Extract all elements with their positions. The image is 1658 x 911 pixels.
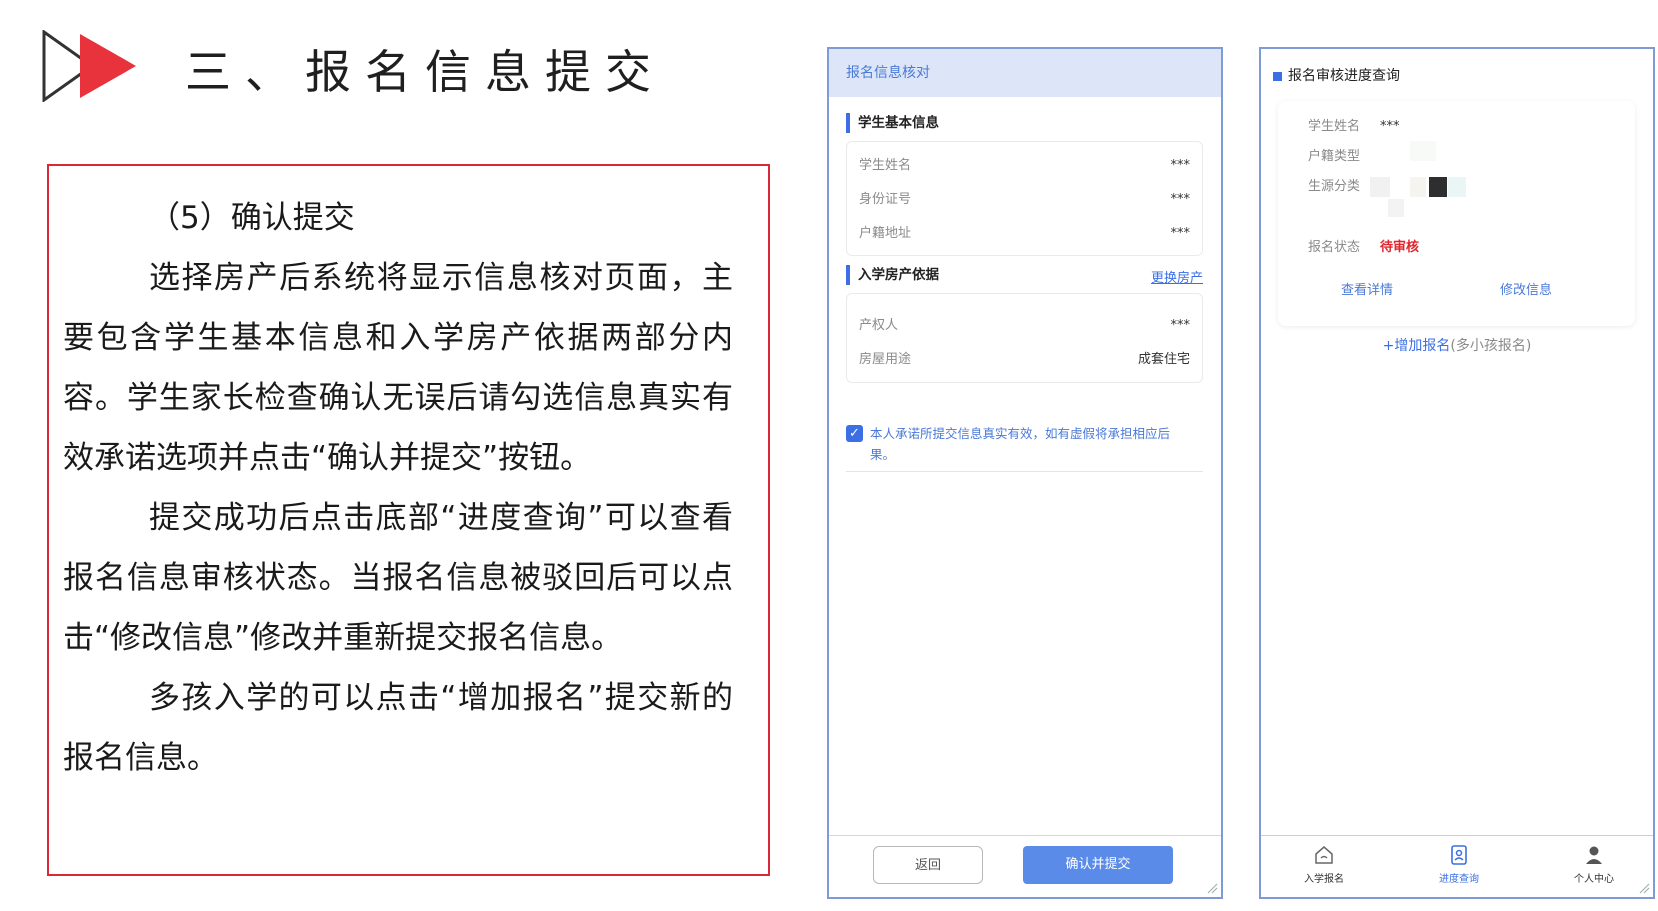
field-row: 户籍类型 (1308, 147, 1380, 167)
user-icon (1586, 846, 1602, 864)
add-registration-note: (多小孩报名) (1450, 338, 1532, 354)
field-value: *** (1380, 119, 1400, 134)
info-row: 户籍地址 *** (859, 224, 1190, 244)
progress-header: 报名审核进度查询 (1273, 65, 1400, 85)
verify-header: 报名信息核对 (829, 49, 1221, 97)
nav-item-profile[interactable]: 个人中心 (1549, 844, 1639, 885)
nav-item-enroll[interactable]: 入学报名 (1279, 844, 1369, 885)
row-label: 身份证号 (859, 192, 912, 207)
instruction-paragraph: 提交成功后点击底部“进度查询”可以查看报名信息审核状态。当报名信息被驳回后可以点… (63, 500, 733, 656)
nav-label: 个人中心 (1574, 874, 1614, 885)
redaction-block (1448, 177, 1466, 197)
divider (846, 471, 1203, 472)
field-label: 学生姓名 (1308, 119, 1361, 134)
status-value: 待审核 (1380, 240, 1420, 255)
header-square-icon (1273, 71, 1282, 81)
resize-grip-icon (1639, 883, 1650, 894)
row-value: *** (1170, 318, 1191, 333)
field-label: 报名状态 (1308, 240, 1361, 255)
pledge-text: 本人承诺所提交信息真实有效，如有虚假将承担相应后果。 (870, 426, 1171, 462)
bottom-nav: 入学报名 进度查询 个人中心 (1261, 835, 1653, 897)
redaction-block (1410, 141, 1436, 161)
title-arrow-icon (42, 30, 136, 102)
progress-header-text: 报名审核进度查询 (1288, 68, 1400, 84)
row-value: *** (1170, 158, 1191, 173)
confirm-submit-button[interactable]: 确认并提交 (1023, 846, 1173, 884)
info-row: 房屋用途 成套住宅 (859, 350, 1190, 370)
home-icon (1315, 846, 1333, 864)
info-row: 学生姓名 *** (859, 156, 1190, 176)
field-label: 户籍类型 (1308, 149, 1361, 164)
instruction-paragraph: 选择房产后系统将显示信息核对页面，主要包含学生基本信息和入学房产依据两部分内容。… (63, 260, 733, 476)
property-info-card: 产权人 *** 房屋用途 成套住宅 (846, 293, 1203, 383)
slide-title: 三、报名信息提交 (185, 45, 665, 99)
view-details-link[interactable]: 查看详情 (1341, 279, 1393, 298)
add-registration-link[interactable]: +增加报名(多小孩报名) (1261, 335, 1653, 355)
progress-screen: 报名审核进度查询 学生姓名 *** 户籍类型 生源分类 报名状态 待审核 查看详情 (1259, 47, 1655, 899)
field-row: 报名状态 待审核 (1308, 238, 1419, 258)
redaction-block (1370, 177, 1390, 197)
info-row: 产权人 *** (859, 316, 1190, 336)
progress-doc-icon (1451, 845, 1467, 865)
instruction-paragraph: 多孩入学的可以点击“增加报名”提交新的报名信息。 (63, 680, 733, 776)
redaction-block (1410, 177, 1426, 197)
field-row: 学生姓名 *** (1308, 117, 1400, 137)
nav-item-progress[interactable]: 进度查询 (1414, 844, 1504, 885)
row-value: *** (1170, 226, 1191, 241)
row-label: 户籍地址 (859, 226, 912, 241)
change-property-link[interactable]: 更换房产 (1151, 267, 1203, 286)
verify-screen: 报名信息核对 学生基本信息 学生姓名 *** 身份证号 *** 户籍地址 ***… (827, 47, 1223, 899)
nav-label: 入学报名 (1304, 874, 1344, 885)
instruction-box: （5）确认提交 选择房产后系统将显示信息核对页面，主要包含学生基本信息和入学房产… (47, 164, 770, 876)
redaction-block (1429, 177, 1447, 197)
row-label: 产权人 (859, 318, 899, 333)
add-registration-label: +增加报名 (1382, 338, 1451, 354)
row-value: *** (1170, 192, 1191, 207)
back-button[interactable]: 返回 (873, 846, 983, 884)
info-row: 身份证号 *** (859, 190, 1190, 210)
student-section-title: 学生基本信息 (846, 113, 939, 133)
pledge-checkbox[interactable]: ✓ (846, 425, 863, 442)
row-label: 学生姓名 (859, 158, 912, 173)
step-heading: （5）确认提交 (149, 200, 355, 236)
slide: 三、报名信息提交 （5）确认提交 选择房产后系统将显示信息核对页面，主要包含学生… (0, 0, 1658, 911)
bottom-bar: 返回 确认并提交 (829, 835, 1221, 897)
student-info-card: 学生姓名 *** 身份证号 *** 户籍地址 *** (846, 141, 1203, 256)
row-value: 成套住宅 (1137, 352, 1190, 367)
progress-card: 学生姓名 *** 户籍类型 生源分类 报名状态 待审核 查看详情 修改信息 (1278, 101, 1635, 326)
redaction-block (1388, 199, 1404, 217)
modify-info-link[interactable]: 修改信息 (1500, 279, 1552, 298)
nav-label: 进度查询 (1439, 874, 1479, 885)
resize-grip-icon (1207, 883, 1218, 894)
property-section-title: 入学房产依据 (846, 265, 939, 285)
row-label: 房屋用途 (859, 352, 912, 367)
instruction-text: （5）确认提交 选择房产后系统将显示信息核对页面，主要包含学生基本信息和入学房产… (63, 188, 733, 788)
